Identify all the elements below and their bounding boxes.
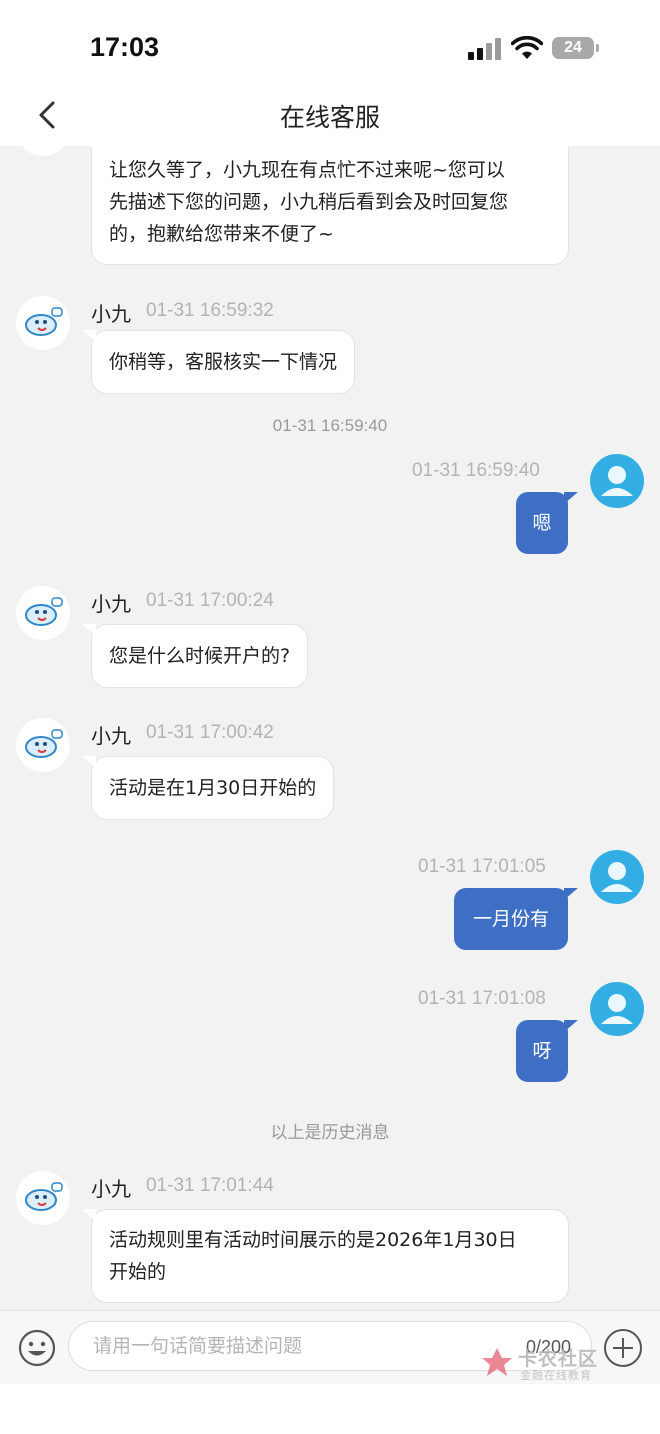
- bot-avatar-icon: [16, 296, 70, 350]
- message-bubble: 活动规则里有活动时间展示的是2026年1月30日 开始的: [82, 1209, 569, 1303]
- page-title: 在线客服: [279, 103, 380, 132]
- user-avatar-icon: [590, 454, 644, 508]
- message-bubble: 活动是在1月30日开始的: [81, 756, 335, 820]
- sender-name: 小九: [91, 302, 131, 326]
- message-text: 活动是在1月30日开始的: [109, 777, 317, 799]
- message-text: 一月份有: [472, 908, 549, 930]
- nav-bar: 在线客服: [0, 96, 660, 146]
- message-text: 你稍等，客服核实一下情况: [109, 351, 338, 373]
- message-line: 的，抱歉给您带来不便了~: [109, 223, 334, 245]
- user-avatar-icon: [590, 982, 644, 1036]
- watermark-logo-icon: [482, 1348, 512, 1376]
- watermark: 卡农社区 金融在线教育: [480, 1342, 610, 1384]
- bot-avatar-icon: [16, 718, 70, 772]
- message-bubble: 呀: [516, 1020, 578, 1082]
- message-line: 开始的: [109, 1261, 167, 1283]
- sender-name: 小九: [91, 724, 131, 748]
- message-line: 先描述下您的问题，小九稍后看到会及时回复您: [109, 191, 509, 213]
- signal-icon: [468, 38, 502, 60]
- history-divider: 以上是历史消息: [270, 1123, 390, 1142]
- message-time: 01-31 17:01:05: [418, 856, 546, 877]
- message-time: 01-31 17:00:24: [146, 590, 274, 611]
- battery-icon: 24: [552, 37, 594, 59]
- sender-name: 小九: [91, 1177, 131, 1201]
- emoji-icon[interactable]: [18, 1329, 56, 1367]
- message-bubble: 一月份有: [454, 888, 578, 950]
- bot-avatar-icon: [16, 1171, 70, 1225]
- watermark-subtitle: 金融在线教育: [520, 1369, 592, 1382]
- message-time: 01-31 17:01:44: [146, 1175, 274, 1196]
- bot-avatar-icon: [16, 146, 70, 156]
- home-indicator-area: [0, 1384, 660, 1434]
- sender-name: 小九: [91, 592, 131, 616]
- message-text: 您是什么时候开户的?: [109, 645, 291, 667]
- message-text: 嗯: [532, 512, 552, 534]
- center-timestamp: 01-31 16:59:40: [272, 416, 388, 435]
- message-bubble: 让您久等了，小九现在有点忙不过来呢~您可以 先描述下您的问题，小九稍后看到会及时…: [82, 146, 569, 265]
- message-time: 01-31 17:00:42: [146, 722, 274, 743]
- status-bar: 17:03 24: [0, 0, 660, 96]
- user-avatar-icon: [590, 850, 644, 904]
- message-time: 01-31 16:59:40: [412, 460, 540, 481]
- status-time: 17:03: [90, 32, 160, 62]
- message-line: 让您久等了，小九现在有点忙不过来呢~您可以: [109, 159, 505, 181]
- wifi-icon: [511, 36, 543, 59]
- message-bubble: 嗯: [516, 492, 578, 554]
- chat-history[interactable]: 让您久等了，小九现在有点忙不过来呢~您可以 先描述下您的问题，小九稍后看到会及时…: [0, 146, 660, 1310]
- battery-tip: [596, 44, 599, 52]
- message-line: 活动规则里有活动时间展示的是2026年1月30日: [109, 1229, 517, 1251]
- message-time: 01-31 16:59:32: [146, 300, 274, 321]
- bot-avatar-icon: [16, 586, 70, 640]
- message-bubble: 你稍等，客服核实一下情况: [81, 330, 356, 394]
- message-time: 01-31 17:01:08: [418, 988, 546, 1009]
- message-bubble: 您是什么时候开户的?: [81, 624, 309, 688]
- message-text: 呀: [532, 1040, 552, 1062]
